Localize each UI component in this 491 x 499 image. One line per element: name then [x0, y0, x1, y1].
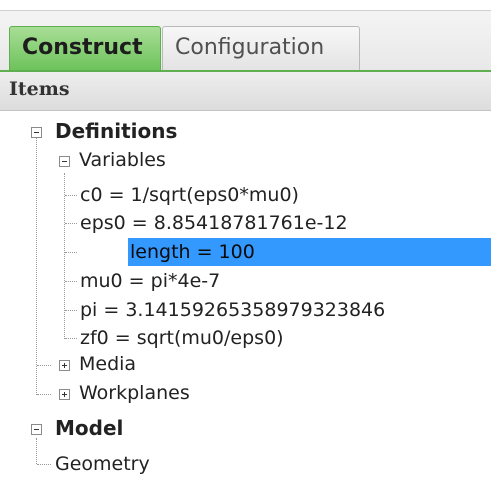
- tree-node-geometry[interactable]: Geometry: [55, 450, 150, 478]
- variables-collapse-icon[interactable]: [59, 156, 70, 167]
- items-panel-header: Items: [0, 72, 491, 111]
- tab-configuration[interactable]: Configuration: [162, 26, 360, 71]
- tree-line-pi: [65, 310, 77, 311]
- tree-line-workplanes: [37, 394, 51, 395]
- tree-node-model[interactable]: Model: [55, 414, 123, 442]
- tree-line-mu0: [65, 281, 77, 282]
- window-top-strip: [0, 0, 491, 11]
- tree-line-zf0: [65, 338, 77, 339]
- definitions-collapse-icon[interactable]: [31, 127, 42, 138]
- tree-node-definitions[interactable]: Definitions: [55, 117, 177, 145]
- tree-node-variables[interactable]: Variables: [79, 146, 166, 174]
- tree-line-c0: [65, 195, 77, 196]
- tree-node-media[interactable]: Media: [79, 350, 136, 378]
- tree-item-pi[interactable]: pi = 3.14159265358979323846: [80, 296, 385, 324]
- tree-line-variables: [64, 173, 65, 339]
- items-tree[interactable]: Definitions Variables c0 = 1/sqrt(eps0*m…: [0, 110, 491, 499]
- tree-item-zf0[interactable]: zf0 = sqrt(mu0/eps0): [80, 324, 284, 352]
- media-expand-icon[interactable]: [59, 360, 70, 371]
- tree-item-mu0[interactable]: mu0 = pi*4e-7: [80, 267, 220, 295]
- tab-bar: Construct Configuration: [0, 11, 491, 71]
- tree-node-workplanes[interactable]: Workplanes: [79, 379, 190, 407]
- tree-line-geometry: [37, 464, 51, 465]
- tree-item-eps0[interactable]: eps0 = 8.85418781761e-12: [80, 209, 348, 237]
- tree-line-model: [36, 438, 37, 464]
- tree-line-length: [65, 252, 77, 253]
- tree-item-c0[interactable]: c0 = 1/sqrt(eps0*mu0): [80, 181, 299, 209]
- tree-line-definitions: [36, 138, 37, 395]
- tab-construct[interactable]: Construct: [9, 26, 161, 71]
- tree-line-media: [37, 365, 51, 366]
- tree-item-length-selected[interactable]: length = 100: [128, 238, 491, 266]
- model-collapse-icon[interactable]: [31, 424, 42, 435]
- tree-line-eps0: [65, 223, 77, 224]
- workplanes-expand-icon[interactable]: [59, 389, 70, 400]
- items-panel-title: Items: [9, 78, 70, 100]
